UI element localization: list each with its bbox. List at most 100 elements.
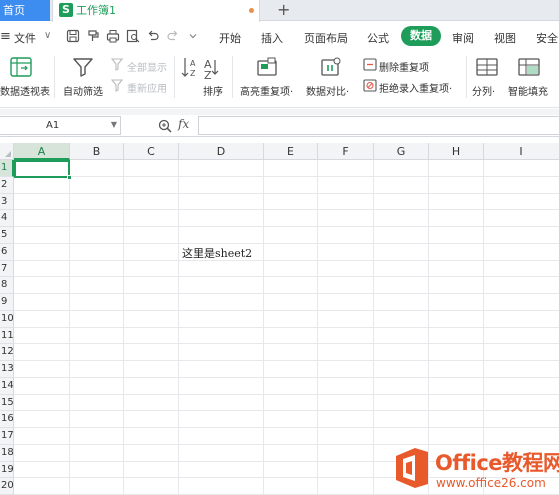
- watermark-title: Office教程网: [435, 451, 559, 475]
- workbook-title: 工作簿1: [76, 4, 116, 17]
- tab-security[interactable]: 安全: [536, 30, 558, 46]
- row-header-12[interactable]: 12: [0, 344, 14, 361]
- column-gridline: [69, 160, 70, 495]
- tab-workbook[interactable]: S 工作簿1: [52, 0, 260, 22]
- row-gridline: [14, 343, 559, 345]
- tab-insert[interactable]: 插入: [261, 30, 283, 46]
- print-preview-icon[interactable]: [126, 29, 140, 43]
- row-gridline: [14, 309, 559, 311]
- row-gridline: [14, 443, 559, 445]
- active-cell-a1[interactable]: [14, 160, 70, 178]
- row-header-17[interactable]: 17: [0, 428, 14, 445]
- pivot-table-icon[interactable]: [10, 57, 32, 77]
- sort-button[interactable]: 排序: [203, 83, 223, 98]
- row-header-8[interactable]: 8: [0, 277, 14, 294]
- fill-handle[interactable]: [67, 175, 72, 180]
- reject-duplicates-icon: [363, 79, 377, 92]
- row-header-19[interactable]: 19: [0, 461, 14, 479]
- select-all-corner[interactable]: [0, 143, 14, 160]
- smart-fill-icon[interactable]: [518, 57, 540, 77]
- ribbon-divider: [54, 56, 55, 98]
- row-header-13[interactable]: 13: [0, 361, 14, 378]
- column-header-c[interactable]: C: [124, 143, 179, 160]
- unsaved-dot-icon: [249, 8, 254, 13]
- row-gridline: [14, 259, 559, 261]
- reapply-icon: [111, 79, 125, 92]
- row-gridline: [14, 427, 559, 428]
- row-gridline: [14, 360, 559, 361]
- split-column-button[interactable]: 分列·: [472, 83, 495, 98]
- menu-file[interactable]: 文件: [14, 30, 36, 46]
- show-all-button[interactable]: 全部显示: [127, 59, 167, 74]
- zoom-search-icon[interactable]: [158, 119, 172, 133]
- row-header-10[interactable]: 10: [0, 310, 14, 328]
- remove-duplicates-button[interactable]: 删除重复项: [379, 59, 429, 74]
- tab-start[interactable]: 开始: [219, 30, 241, 46]
- menu-bar: ≡ 文件 ∨ 开始 插入 页面布局 公式 数据 审阅 视图 安全: [0, 22, 559, 52]
- column-gridline: [317, 160, 318, 495]
- column-header-a[interactable]: A: [14, 143, 70, 160]
- svg-text:Z: Z: [204, 69, 212, 80]
- row-header-1[interactable]: 1: [0, 160, 14, 177]
- add-tab-button[interactable]: +: [277, 0, 290, 20]
- row-header-7[interactable]: 7: [0, 260, 14, 278]
- ribbon-divider: [466, 56, 467, 98]
- row-header-6[interactable]: 6: [0, 243, 14, 261]
- row-gridline: [14, 276, 559, 278]
- row-header-4[interactable]: 4: [0, 210, 14, 227]
- row-header-2[interactable]: 2: [0, 176, 14, 194]
- column-header-b[interactable]: B: [70, 143, 124, 160]
- row-header-11[interactable]: 11: [0, 327, 14, 345]
- column-gridline: [483, 160, 484, 495]
- svg-text:Z: Z: [190, 69, 196, 78]
- tab-review[interactable]: 审阅: [452, 30, 474, 46]
- row-header-18[interactable]: 18: [0, 444, 14, 462]
- tab-page-layout[interactable]: 页面布局: [304, 30, 348, 46]
- data-compare-button[interactable]: 数据对比·: [306, 83, 349, 98]
- tab-home[interactable]: 首页: [0, 0, 50, 21]
- tab-view[interactable]: 视图: [494, 30, 516, 46]
- row-header-3[interactable]: 3: [0, 193, 14, 211]
- reject-duplicates-button[interactable]: 拒绝录入重复项·: [379, 80, 452, 95]
- sort-icon[interactable]: AZAZ: [181, 56, 221, 80]
- highlight-duplicates-icon[interactable]: [256, 57, 278, 77]
- insert-function-button[interactable]: fx: [178, 117, 189, 131]
- customize-chevron-icon[interactable]: [186, 29, 200, 43]
- chevron-down-icon[interactable]: ▼: [111, 120, 117, 129]
- row-header-20[interactable]: 20: [0, 478, 14, 495]
- cell-d6[interactable]: 这里是sheet2: [182, 245, 252, 261]
- split-column-icon[interactable]: [476, 57, 498, 77]
- reapply-button[interactable]: 重新应用: [127, 80, 167, 95]
- column-header-f[interactable]: F: [318, 143, 374, 160]
- save-icon[interactable]: [66, 29, 80, 43]
- menu-icon[interactable]: ≡: [0, 29, 11, 44]
- row-header-9[interactable]: 9: [0, 294, 14, 311]
- column-header-g[interactable]: G: [374, 143, 429, 160]
- filter-icon[interactable]: [72, 57, 94, 77]
- print-icon[interactable]: [106, 29, 120, 43]
- auto-filter-button[interactable]: 自动筛选: [63, 83, 103, 98]
- data-compare-icon[interactable]: [320, 57, 342, 77]
- undo-icon[interactable]: [146, 29, 160, 43]
- tab-data[interactable]: 数据: [401, 26, 441, 46]
- column-header-h[interactable]: H: [429, 143, 484, 160]
- column-gridline: [373, 160, 374, 495]
- tab-formula[interactable]: 公式: [367, 30, 389, 46]
- column-header-d[interactable]: D: [179, 143, 264, 160]
- chevron-down-icon[interactable]: ∨: [44, 30, 51, 41]
- highlight-duplicates-button[interactable]: 高亮重复项·: [240, 83, 293, 98]
- column-header-e[interactable]: E: [264, 143, 318, 160]
- document-tab-bar: 首页 S 工作簿1 +: [0, 0, 559, 22]
- redo-icon[interactable]: [166, 29, 180, 43]
- row-header-14[interactable]: 14: [0, 377, 14, 395]
- row-header-16[interactable]: 16: [0, 411, 14, 428]
- formula-input[interactable]: [198, 116, 559, 135]
- row-header-5[interactable]: 5: [0, 227, 14, 244]
- spreadsheet-grid[interactable]: ABCDEFGHI 1 2 3 4 5 6 7 8 9 10 11 12 13 14 15 16 17 18 19 2…: [0, 143, 559, 495]
- pivot-table-button[interactable]: 数据透视表: [0, 83, 50, 98]
- ribbon-divider: [232, 56, 233, 98]
- name-box[interactable]: A1 ▼: [0, 116, 121, 135]
- row-header-15[interactable]: 15: [0, 394, 14, 412]
- smart-fill-button[interactable]: 智能填充: [508, 83, 548, 98]
- format-painter-icon[interactable]: [87, 29, 101, 43]
